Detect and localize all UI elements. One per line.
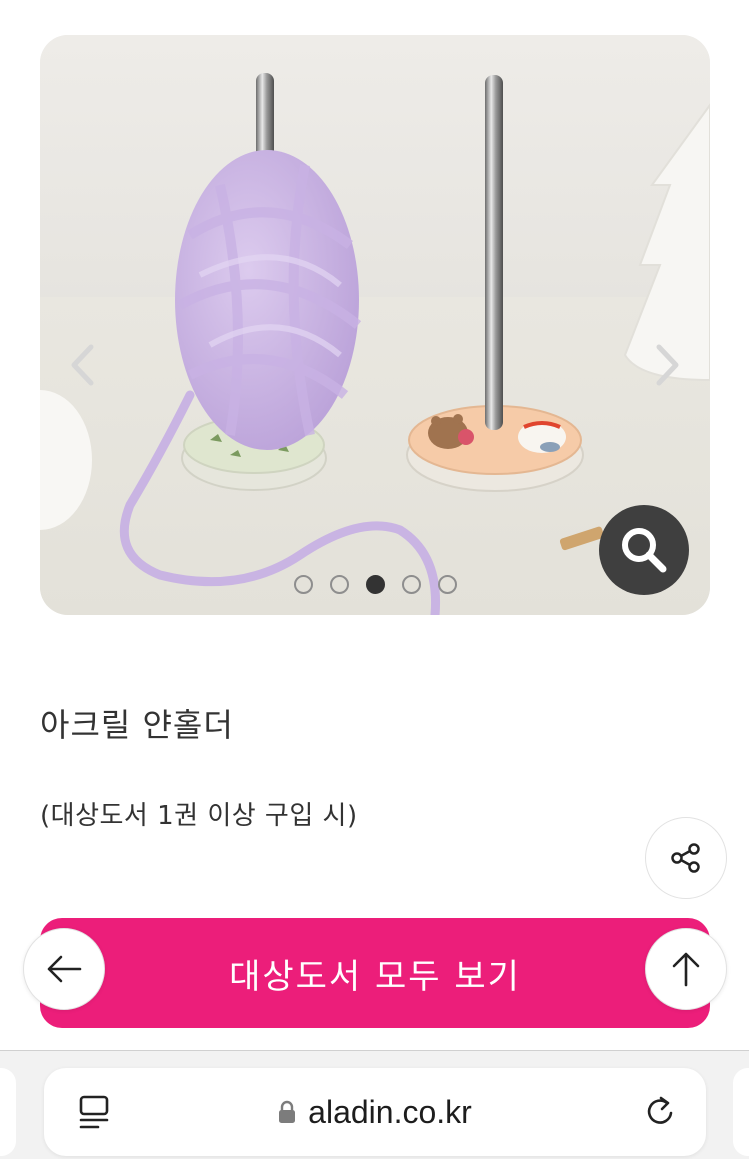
view-all-books-button[interactable]: 대상도서 모두 보기 — [40, 918, 710, 1028]
pagination-dot[interactable] — [401, 575, 421, 594]
magnifier-icon — [622, 528, 667, 573]
product-condition: (대상도서 1권 이상 구입 시) — [40, 801, 358, 831]
share-button[interactable] — [645, 817, 727, 899]
arrow-left-icon — [47, 955, 82, 983]
product-title: 아크릴 얀홀더 — [40, 706, 234, 744]
reload-icon[interactable] — [642, 1094, 678, 1130]
previous-tab-edge[interactable] — [0, 1068, 16, 1156]
scroll-top-button[interactable] — [645, 928, 727, 1010]
chevron-right-icon — [656, 344, 679, 386]
pagination-dot[interactable] — [437, 575, 457, 594]
gallery-next-button[interactable] — [648, 335, 688, 395]
pagination-dot[interactable] — [293, 575, 313, 594]
share-icon — [671, 843, 700, 873]
next-tab-edge[interactable] — [733, 1068, 749, 1156]
pagination-dot[interactable] — [329, 575, 349, 594]
browser-toolbar: aladin.co.kr — [0, 1050, 749, 1159]
arrow-up-icon — [672, 952, 700, 987]
pagination-dot-active[interactable] — [365, 575, 385, 594]
zoom-button[interactable] — [599, 505, 689, 595]
gallery-prev-button[interactable] — [62, 335, 102, 395]
address-bar[interactable]: aladin.co.kr — [44, 1068, 706, 1156]
lock-icon — [279, 1100, 296, 1123]
back-button[interactable] — [23, 928, 105, 1010]
product-image-gallery[interactable] — [40, 35, 710, 615]
page: 아크릴 얀홀더 (대상도서 1권 이상 구입 시) 대상도서 모두 보기 ala… — [0, 0, 749, 1159]
chevron-left-icon — [71, 344, 94, 386]
url-display: aladin.co.kr — [44, 1068, 706, 1156]
url-text: aladin.co.kr — [308, 1093, 472, 1130]
